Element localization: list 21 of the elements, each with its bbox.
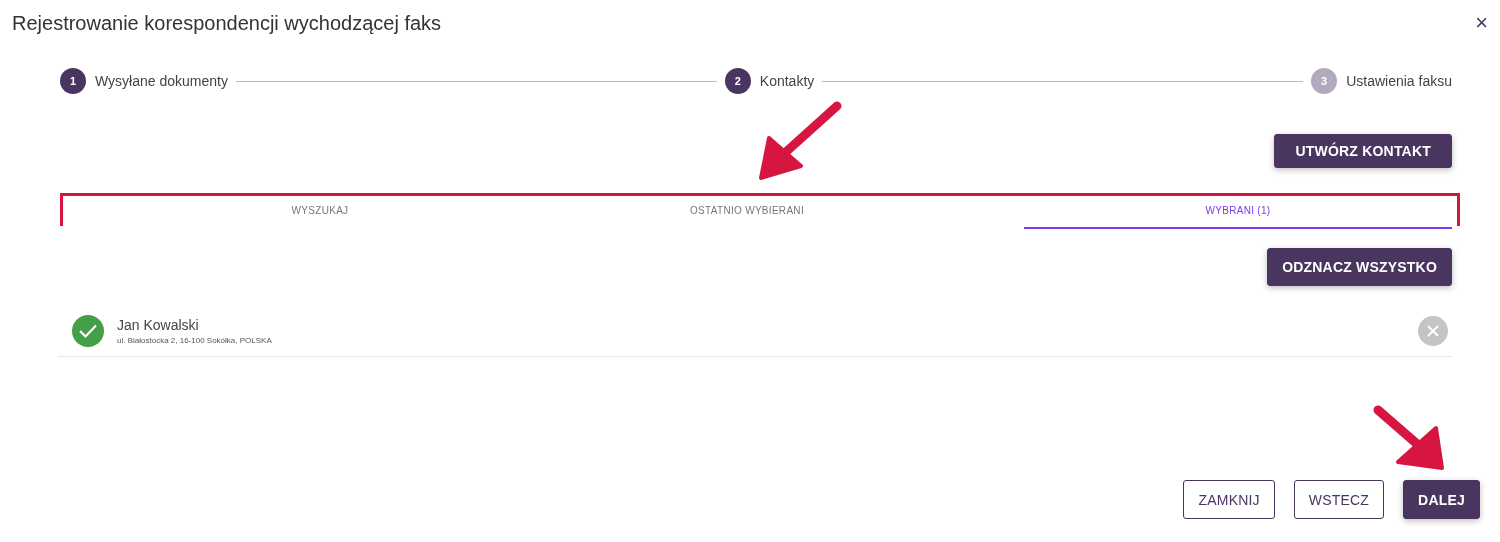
- tab[interactable]: OSTATNIO WYBIERANI: [580, 193, 914, 229]
- secondary-button[interactable]: ZAMKNIJ: [1183, 480, 1275, 519]
- contact-address: ul. Białostocka 2, 16-100 Sokółka, POLSKA: [117, 336, 273, 345]
- tab[interactable]: WYBRANI (1): [1024, 193, 1452, 229]
- secondary-button[interactable]: WSTECZ: [1293, 480, 1385, 519]
- close-icon: [1427, 325, 1439, 337]
- remove-button[interactable]: [1418, 316, 1448, 346]
- next-button[interactable]: DALEJ: [1403, 480, 1480, 519]
- step-number: 1: [60, 68, 86, 94]
- step-label: Ustawienia faksu: [1346, 73, 1452, 89]
- tab[interactable]: WYSZUKAJ: [60, 193, 580, 229]
- dialog-title: Rejestrowanie korespondencji wychodzącej faks: [12, 11, 442, 35]
- step-number: 2: [724, 68, 751, 94]
- step-label: Kontakty: [759, 73, 815, 89]
- deselect-all-button[interactable]: ODZNACZ WSZYSTKO: [1267, 248, 1452, 286]
- close-button[interactable]: ×: [1475, 12, 1488, 34]
- checked-icon[interactable]: [72, 315, 104, 347]
- contact-name: Jan Kowalski: [117, 317, 200, 333]
- create-contact-button[interactable]: UTWÓRZ KONTAKT: [1274, 134, 1452, 168]
- step-label: Wysyłane dokumenty: [95, 73, 228, 89]
- step-number: 3: [1311, 68, 1338, 94]
